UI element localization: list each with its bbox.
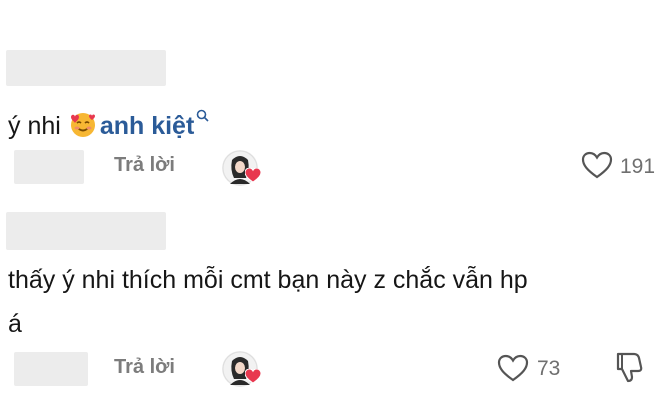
comment-text: thấy ý nhi thích mỗi cmt bạn này z chắc … bbox=[8, 260, 528, 344]
comment-word: ý nhi bbox=[8, 112, 61, 140]
heart-outline-icon[interactable] bbox=[497, 354, 529, 382]
comment-line: á bbox=[8, 310, 22, 338]
redacted-timestamp bbox=[14, 150, 84, 184]
smiling-face-with-hearts-icon bbox=[69, 111, 97, 139]
comment-line: thấy ý nhi thích mỗi cmt bạn này z chắc … bbox=[8, 266, 528, 294]
redacted-username bbox=[6, 50, 166, 86]
comment-text: ý nhi anh kiệt bbox=[8, 94, 209, 146]
magnifier-icon[interactable] bbox=[196, 94, 209, 122]
creator-avatar bbox=[222, 351, 262, 389]
redacted-username bbox=[6, 212, 166, 250]
like-count: 73 bbox=[537, 357, 561, 380]
mention-link[interactable]: anh kiệt bbox=[100, 112, 194, 140]
reply-button[interactable]: Trả lời bbox=[114, 154, 175, 177]
reply-button[interactable]: Trả lời bbox=[114, 356, 175, 379]
heart-badge-icon bbox=[244, 368, 262, 389]
heart-outline-icon[interactable] bbox=[581, 151, 613, 179]
like-count: 191 bbox=[620, 155, 656, 178]
creator-avatar bbox=[222, 150, 262, 188]
redacted-timestamp bbox=[14, 352, 88, 386]
dislike-icon[interactable] bbox=[614, 351, 644, 383]
heart-badge-icon bbox=[244, 167, 262, 188]
